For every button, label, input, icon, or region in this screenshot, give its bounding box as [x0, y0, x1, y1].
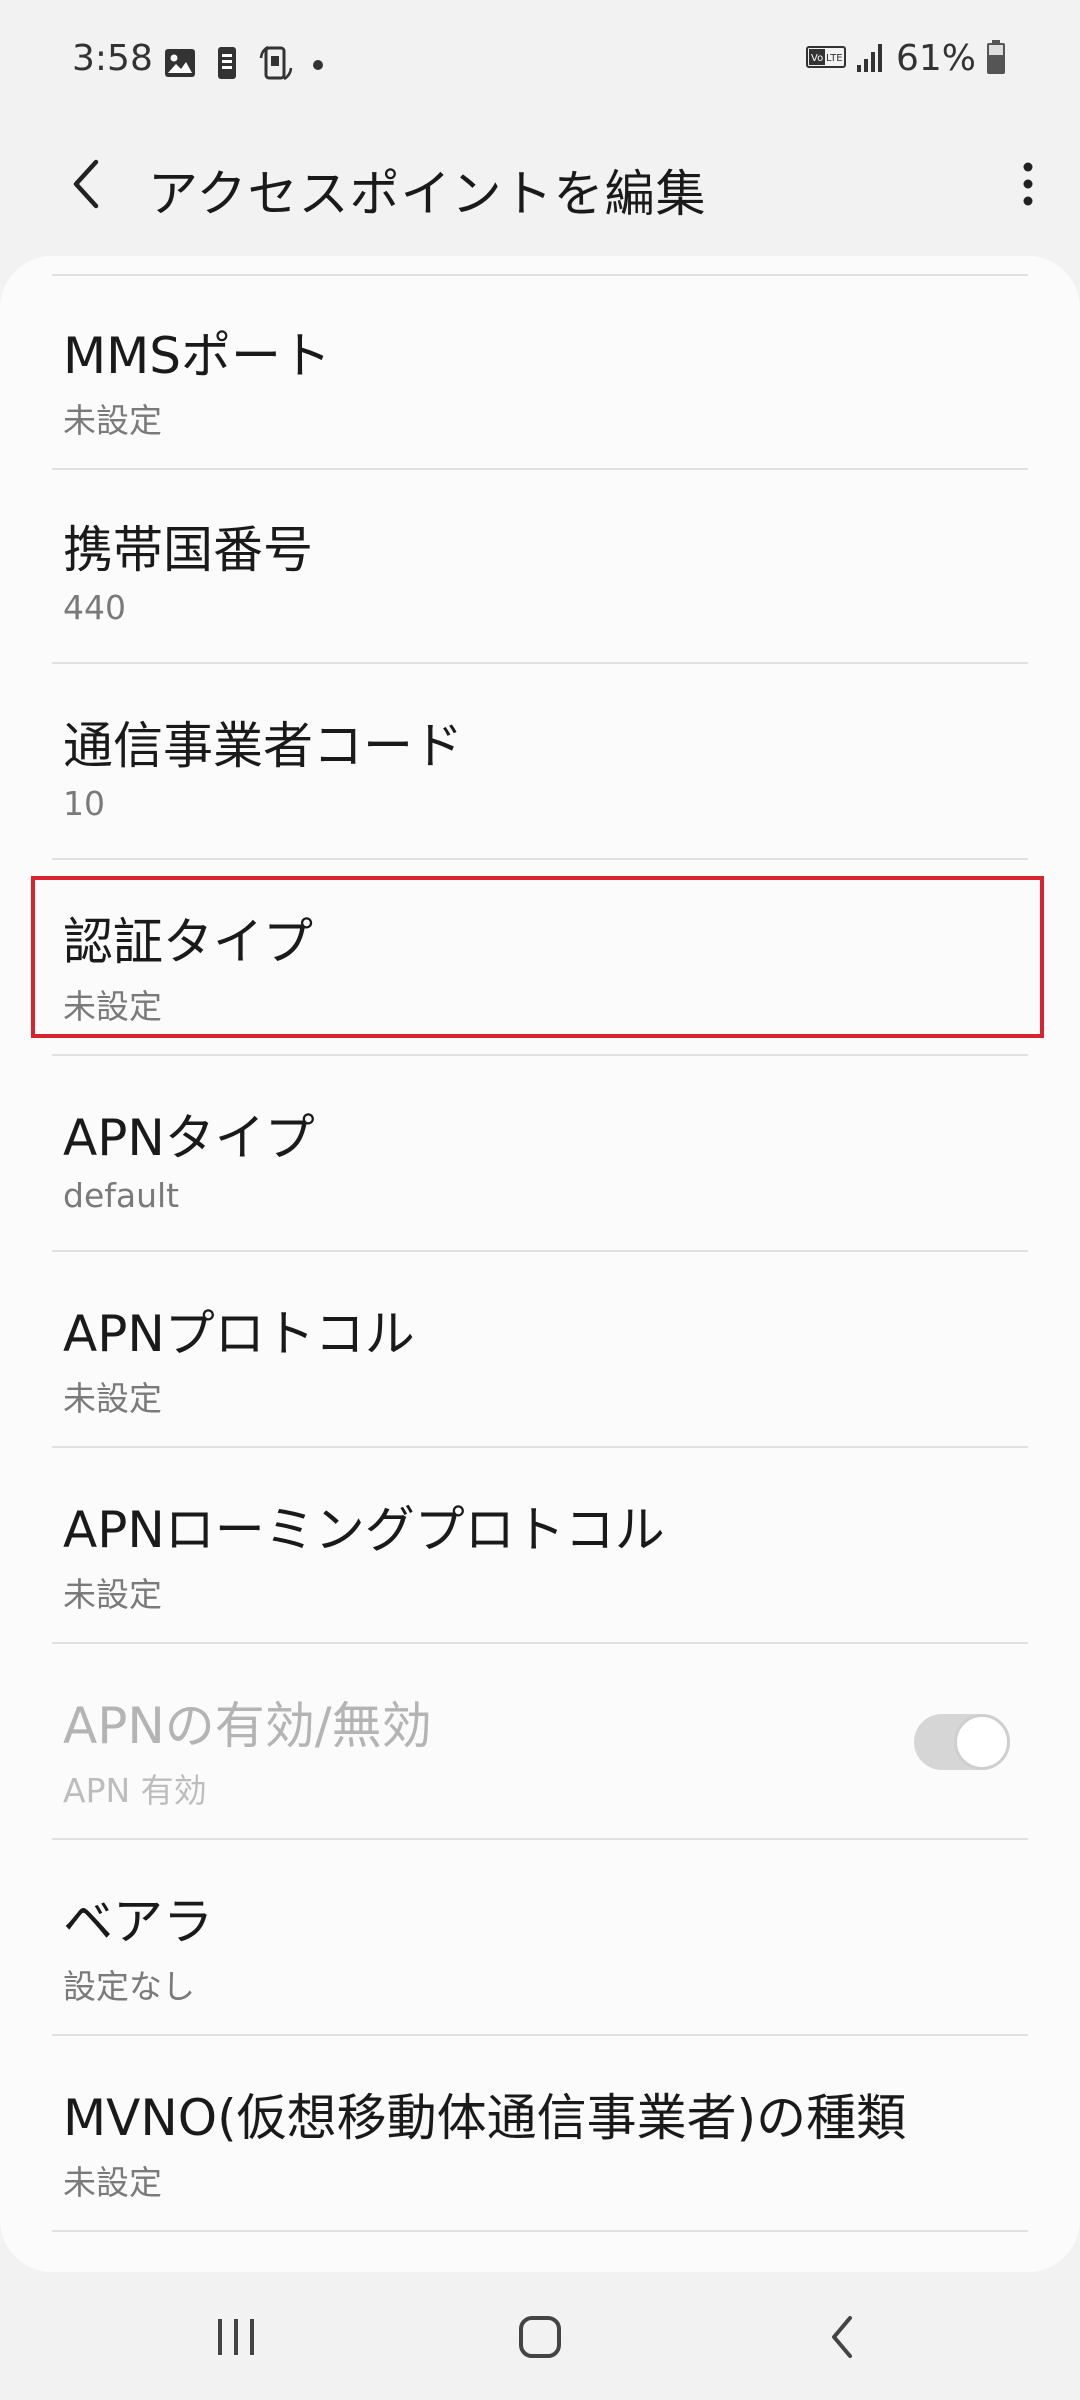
recent-apps-icon: [218, 2319, 254, 2355]
item-value: APN 有効: [63, 1771, 207, 1810]
item-title: APNの有効/無効: [63, 1697, 432, 1755]
item-value: 未設定: [63, 2163, 162, 2202]
more-options-button[interactable]: [998, 144, 1058, 224]
dot-icon: [312, 56, 324, 75]
notification-icon: [214, 46, 240, 84]
list-item-mvno-type[interactable]: MVNO(仮想移動体通信事業者)の種類 未設定: [0, 2038, 1080, 2232]
item-title: APNタイプ: [63, 1109, 315, 1167]
list-item-mcc[interactable]: 携帯国番号 440: [0, 470, 1080, 664]
item-value: 未設定: [63, 1379, 162, 1418]
item-value: 10: [63, 784, 105, 823]
back-icon: [832, 2316, 852, 2358]
status-notification-icons: [164, 44, 324, 86]
list-item-mms-port[interactable]: MMSポート 未設定: [0, 276, 1080, 470]
back-chevron-icon: [73, 159, 99, 209]
status-bar: 3:58 Vo LTE 61%: [0, 0, 1080, 124]
list-item-apn-enable: APNの有効/無効 APN 有効: [0, 1646, 1080, 1840]
divider: [52, 858, 1028, 860]
page-title: アクセスポイントを編集: [148, 165, 707, 223]
item-title: MVNO(仮想移動体通信事業者)の種類: [63, 2089, 907, 2147]
more-vertical-icon: [1023, 162, 1033, 206]
divider: [52, 2034, 1028, 2036]
toggle-knob: [954, 1714, 1010, 1770]
item-value: 未設定: [63, 1575, 162, 1614]
home-button[interactable]: [480, 2292, 600, 2382]
svg-text:LTE: LTE: [826, 53, 843, 64]
divider: [52, 662, 1028, 664]
list-item-apn-protocol[interactable]: APNプロトコル 未設定: [0, 1254, 1080, 1448]
list-item-bearer[interactable]: ベアラ 設定なし: [0, 1842, 1080, 2036]
image-icon: [164, 48, 196, 82]
item-title: 通信事業者コード: [63, 717, 463, 775]
app-bar: アクセスポイントを編集: [0, 124, 1080, 256]
apn-enable-toggle: [914, 1714, 1010, 1770]
status-system-icons: Vo LTE 61%: [805, 38, 1006, 79]
status-time: 3:58: [72, 38, 153, 79]
navigation-bar: [0, 2272, 1080, 2400]
signal-icon: [856, 41, 886, 77]
item-title: APNローミングプロトコル: [63, 1501, 665, 1559]
list-item-mnc[interactable]: 通信事業者コード 10: [0, 666, 1080, 860]
divider: [52, 1054, 1028, 1056]
home-icon: [519, 2316, 561, 2358]
settings-card: MMSポート 未設定 携帯国番号 440 通信事業者コード 10 認証タイプ 未…: [0, 256, 1080, 2272]
divider: [52, 1446, 1028, 1448]
highlight-box: [31, 876, 1044, 1038]
nav-back-button[interactable]: [782, 2292, 902, 2382]
battery-icon: [986, 39, 1006, 79]
item-value: 未設定: [63, 401, 162, 440]
back-button[interactable]: [54, 144, 118, 224]
item-title: 携帯国番号: [63, 521, 313, 579]
item-value: 440: [63, 588, 126, 627]
battery-percent: 61%: [895, 38, 976, 79]
divider: [52, 2230, 1028, 2232]
recent-apps-button[interactable]: [176, 2292, 296, 2382]
divider: [52, 1642, 1028, 1644]
item-title: ベアラ: [63, 1893, 213, 1951]
item-value: 設定なし: [63, 1967, 195, 2006]
item-value: default: [63, 1176, 180, 1215]
item-title: MMSポート: [63, 327, 332, 385]
phone-rotate-icon: [258, 44, 294, 86]
item-title: APNプロトコル: [63, 1305, 415, 1363]
divider: [52, 1838, 1028, 1840]
volte-icon: Vo LTE: [805, 45, 846, 72]
list-item-apn-roaming-protocol[interactable]: APNローミングプロトコル 未設定: [0, 1450, 1080, 1644]
divider: [52, 1250, 1028, 1252]
svg-text:Vo: Vo: [811, 53, 823, 64]
list-item-apn-type[interactable]: APNタイプ default: [0, 1058, 1080, 1252]
